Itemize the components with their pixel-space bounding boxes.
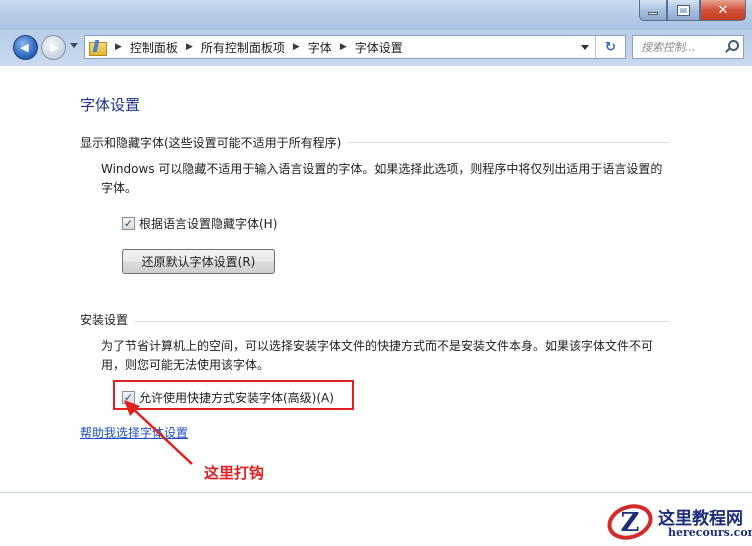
navigation-bar: ◀ ▶ ▶ 控制面板 ▶ 所有控制面板项 ▶ 字体 ▶ 字体设置 ↻ 搜索控制.…	[0, 30, 752, 66]
close-button[interactable]: ✕	[700, 0, 746, 21]
restore-button-label: 还原默认字体设置(R)	[141, 255, 256, 269]
hide-fonts-checkbox-row[interactable]: ✓ 根据语言设置隐藏字体(H)	[122, 215, 277, 232]
annotation-arrow	[124, 400, 193, 465]
breadcrumb-all-items[interactable]: 所有控制面板项	[201, 39, 285, 56]
install-description: 为了节省计算机上的空间，可以选择安装字体文件的快捷方式而不是安装文件本身。如果该…	[101, 339, 654, 372]
search-placeholder: 搜索控制...	[641, 41, 696, 54]
window-controls: ✕	[639, 0, 746, 21]
search-icon[interactable]	[725, 40, 739, 52]
recent-pages-dropdown[interactable]	[70, 43, 78, 48]
arrow-line	[129, 405, 193, 465]
breadcrumb-font-settings[interactable]: 字体设置	[355, 39, 403, 56]
chevron-right-icon[interactable]: ▶	[340, 42, 347, 52]
back-arrow-icon: ◀	[20, 41, 29, 54]
refresh-button[interactable]: ↻	[595, 36, 625, 58]
minimize-icon	[648, 11, 658, 15]
forward-button[interactable]: ▶	[41, 35, 66, 60]
page-title: 字体设置	[80, 96, 141, 114]
watermark-logo: Z	[607, 504, 653, 540]
address-dropdown-icon[interactable]	[581, 45, 589, 50]
address-bar[interactable]: ▶ 控制面板 ▶ 所有控制面板项 ▶ 字体 ▶ 字体设置 ↻	[84, 35, 626, 59]
show-hide-description: Windows 可以隐藏不适用于输入语言设置的字体。如果选择此选项，则程序中将仅…	[101, 162, 663, 195]
maximize-icon	[677, 4, 690, 16]
close-icon: ✕	[717, 2, 729, 18]
font-settings-panel: 字体设置 显示和隐藏字体(这些设置可能不适用于所有程序) Windows 可以隐…	[0, 66, 752, 546]
breadcrumb-fonts[interactable]: 字体	[308, 39, 332, 56]
group-title-show-hide: 显示和隐藏字体(这些设置可能不适用于所有程序)	[80, 134, 348, 151]
bottom-divider	[0, 492, 752, 493]
chevron-right-icon[interactable]: ▶	[293, 42, 300, 52]
chevron-right-icon[interactable]: ▶	[186, 42, 193, 52]
window-titlebar: ✕	[0, 0, 752, 30]
restore-default-fonts-button[interactable]: 还原默认字体设置(R)	[122, 249, 275, 274]
watermark-logo-letter: Z	[621, 508, 640, 538]
breadcrumb-control-panel[interactable]: 控制面板	[130, 39, 178, 56]
minimize-button[interactable]	[639, 0, 667, 21]
forward-arrow-icon: ▶	[50, 41, 59, 54]
group-divider	[80, 321, 670, 322]
search-input[interactable]: 搜索控制...	[632, 35, 744, 59]
hide-fonts-checkbox[interactable]: ✓	[122, 217, 135, 230]
maximize-button[interactable]	[667, 0, 700, 21]
annotation-text: 这里打钩	[204, 464, 265, 482]
control-panel-folder-icon	[89, 40, 107, 56]
group-title-install: 安装设置	[80, 311, 135, 328]
hide-fonts-label[interactable]: 根据语言设置隐藏字体(H)	[139, 215, 277, 232]
checkmark-icon: ✓	[123, 217, 134, 230]
watermark-url: herecours.com	[668, 526, 752, 539]
chevron-right-icon[interactable]: ▶	[115, 42, 122, 52]
back-button[interactable]: ◀	[13, 35, 38, 60]
